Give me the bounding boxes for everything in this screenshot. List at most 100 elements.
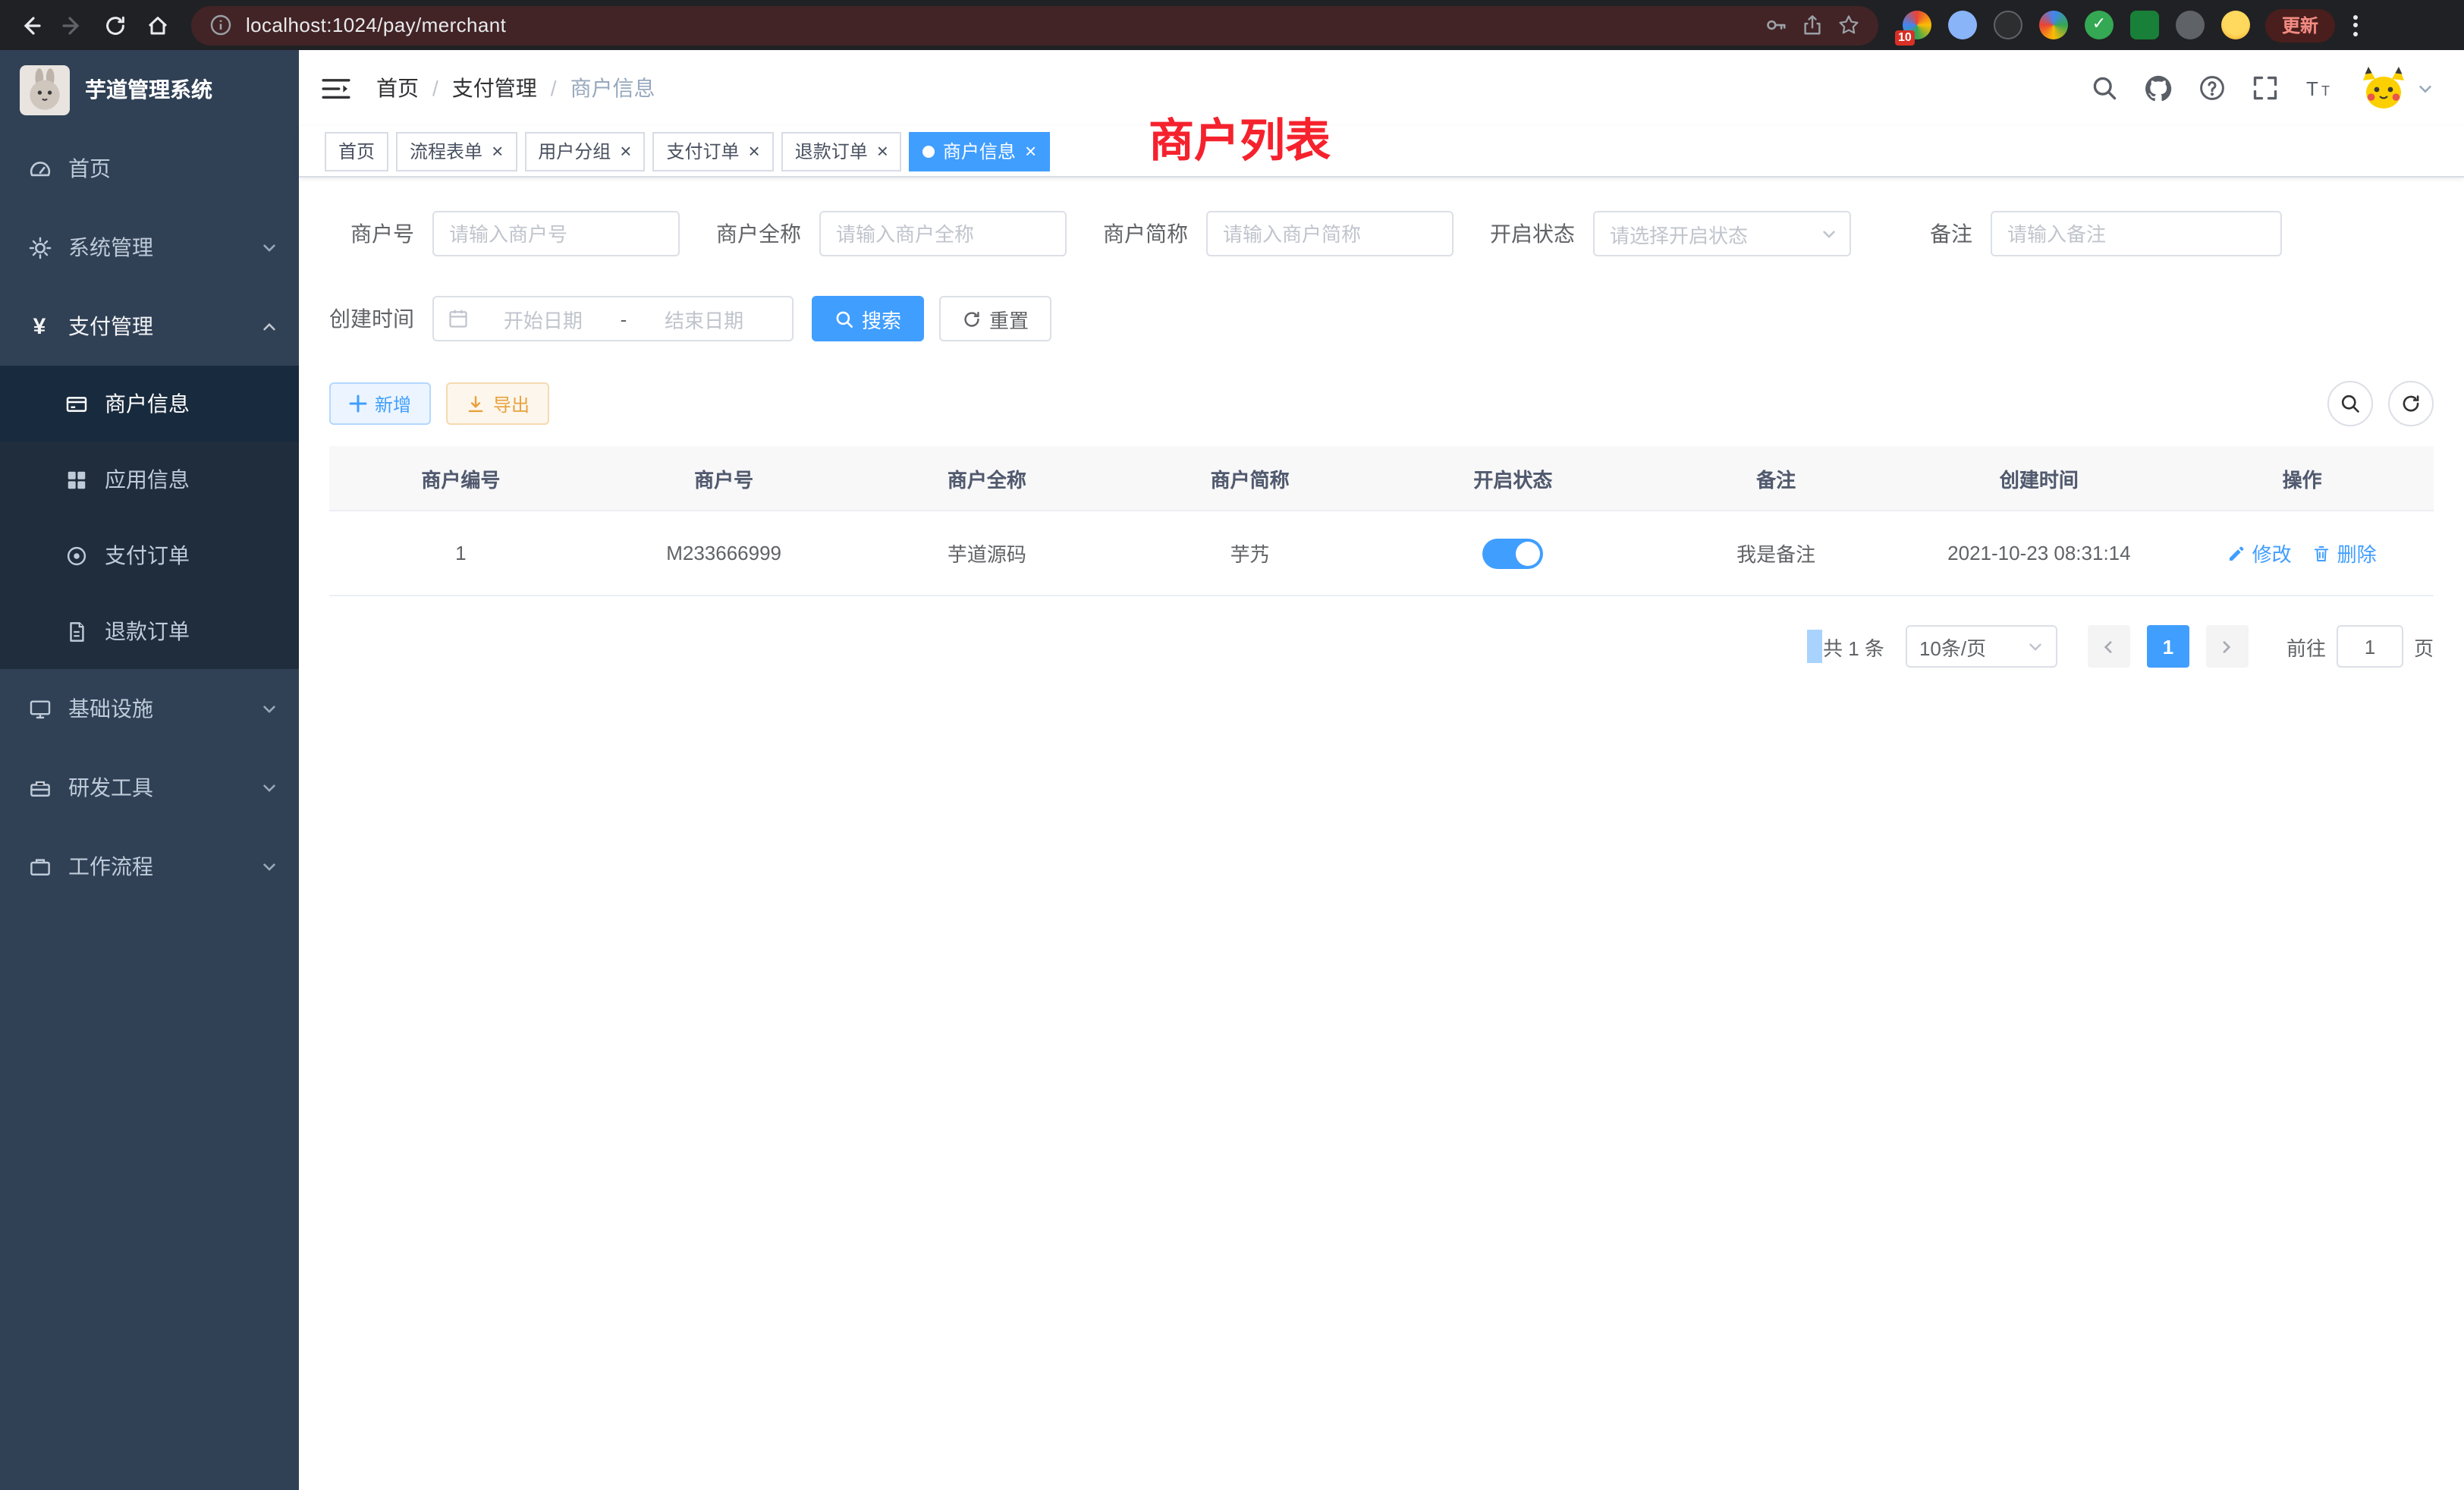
cell-merchant-no: M233666999 bbox=[592, 511, 856, 595]
extension-icon-1[interactable]: 10 bbox=[1903, 11, 1931, 39]
goto-page: 前往 页 bbox=[2286, 625, 2434, 668]
refresh-table-button[interactable] bbox=[2388, 381, 2434, 426]
end-date-placeholder: 结束日期 bbox=[630, 304, 778, 333]
breadcrumb-payment[interactable]: 支付管理 bbox=[452, 73, 537, 103]
refresh-icon bbox=[962, 309, 982, 328]
search-icon bbox=[834, 309, 854, 328]
search-icon bbox=[2340, 393, 2361, 414]
fullscreen-icon[interactable] bbox=[2252, 74, 2279, 102]
browser-home-icon[interactable] bbox=[137, 4, 179, 46]
extension-icon-4[interactable] bbox=[2039, 11, 2068, 39]
extension-icon-3[interactable] bbox=[1994, 11, 2022, 39]
next-page-button[interactable] bbox=[2206, 625, 2249, 668]
page-size-select[interactable]: 10条/页 bbox=[1906, 625, 2057, 668]
breadcrumb-home[interactable]: 首页 bbox=[376, 73, 419, 103]
filter-row-2: 创建时间 开始日期 - 结束日期 搜索 bbox=[329, 296, 2434, 341]
tab-payment-order[interactable]: 支付订单 × bbox=[652, 131, 773, 171]
hamburger-icon[interactable] bbox=[322, 77, 350, 99]
github-icon[interactable] bbox=[2144, 74, 2173, 102]
filter-merchant-short: 商户简称 bbox=[1103, 211, 1454, 256]
search-button[interactable]: 搜索 bbox=[812, 296, 924, 341]
tab-home[interactable]: 首页 bbox=[325, 131, 388, 171]
column-header: 商户全称 bbox=[856, 446, 1119, 510]
page-1-button[interactable]: 1 bbox=[2147, 625, 2189, 668]
show-search-button[interactable] bbox=[2327, 381, 2373, 426]
close-icon[interactable]: × bbox=[492, 141, 503, 161]
caret-down-icon bbox=[1821, 225, 1837, 242]
merchant-short-input[interactable] bbox=[1206, 211, 1454, 256]
share-icon[interactable] bbox=[1801, 14, 1824, 36]
export-button[interactable]: 导出 bbox=[446, 382, 549, 425]
sidebar-item-refund-order[interactable]: 退款订单 bbox=[0, 593, 299, 669]
browser-back-icon[interactable] bbox=[9, 4, 52, 46]
browser-forward-icon[interactable] bbox=[52, 4, 94, 46]
close-icon[interactable]: × bbox=[620, 141, 631, 161]
edit-icon bbox=[2228, 544, 2246, 562]
close-icon[interactable]: × bbox=[877, 141, 888, 161]
status-toggle[interactable] bbox=[1482, 538, 1543, 568]
breadcrumb-current: 商户信息 bbox=[570, 73, 655, 103]
date-separator: - bbox=[618, 307, 630, 330]
add-button[interactable]: 新增 bbox=[329, 382, 431, 425]
close-icon[interactable]: × bbox=[749, 141, 760, 161]
user-menu[interactable] bbox=[2361, 65, 2434, 111]
help-icon[interactable] bbox=[2198, 74, 2226, 102]
toolbar-right bbox=[2327, 381, 2434, 426]
delete-link[interactable]: 删除 bbox=[2313, 539, 2377, 567]
sidebar-item-dev-tools[interactable]: 研发工具 bbox=[0, 748, 299, 827]
browser-profile-icon[interactable] bbox=[2221, 11, 2250, 39]
address-bar[interactable]: localhost:1024/pay/merchant bbox=[191, 5, 1878, 45]
extension-icon-7[interactable] bbox=[2176, 11, 2205, 39]
sidebar-item-home[interactable]: 首页 bbox=[0, 129, 299, 208]
sidebar-item-merchant-info[interactable]: 商户信息 bbox=[0, 366, 299, 442]
chevron-right-icon bbox=[2219, 638, 2236, 655]
date-range-picker[interactable]: 开始日期 - 结束日期 bbox=[432, 296, 794, 341]
prev-page-button[interactable] bbox=[2088, 625, 2130, 668]
cell-short-name: 芋艿 bbox=[1118, 511, 1381, 595]
browser-refresh-icon[interactable] bbox=[94, 4, 137, 46]
remark-input[interactable] bbox=[1991, 211, 2282, 256]
cell-status bbox=[1381, 511, 1645, 595]
bookmark-star-icon[interactable] bbox=[1837, 14, 1860, 36]
search-icon[interactable] bbox=[2091, 74, 2118, 102]
page-content: 商户号 商户全称 商户简称 开启状态 请选择开启状态 bbox=[299, 178, 2464, 1490]
caret-down-icon bbox=[2027, 638, 2044, 655]
sidebar-item-system[interactable]: 系统管理 bbox=[0, 208, 299, 287]
sidebar-item-payment-order[interactable]: 支付订单 bbox=[0, 517, 299, 593]
browser-extensions: 10 ✓ bbox=[1903, 11, 2250, 39]
password-key-icon[interactable] bbox=[1765, 14, 1787, 36]
start-date-placeholder: 开始日期 bbox=[469, 304, 618, 333]
calendar-icon bbox=[448, 308, 469, 329]
edit-link[interactable]: 修改 bbox=[2228, 539, 2292, 567]
goto-page-input[interactable] bbox=[2337, 625, 2403, 668]
payment-submenu: 商户信息 应用信息 支付订单 bbox=[0, 366, 299, 669]
navbar-actions: TT bbox=[2091, 65, 2434, 111]
close-icon[interactable]: × bbox=[1025, 141, 1036, 161]
column-header: 备注 bbox=[1645, 446, 1908, 510]
reset-button[interactable]: 重置 bbox=[939, 296, 1051, 341]
tab-user-group[interactable]: 用户分组 × bbox=[524, 131, 645, 171]
sidebar-item-payment[interactable]: ¥ 支付管理 bbox=[0, 287, 299, 366]
extension-icon-2[interactable] bbox=[1948, 11, 1977, 39]
tab-process-form[interactable]: 流程表单 × bbox=[396, 131, 517, 171]
screen: localhost:1024/pay/merchant 10 ✓ 更新 bbox=[0, 0, 2464, 1490]
merchant-no-input[interactable] bbox=[432, 211, 680, 256]
merchant-name-input[interactable] bbox=[819, 211, 1067, 256]
browser-menu-icon[interactable] bbox=[2344, 14, 2367, 36]
table-row: 1 M233666999 芋道源码 芋艿 我是备注 2021-10-23 08:… bbox=[329, 511, 2434, 596]
main-area: 首页 / 支付管理 / 商户信息 bbox=[299, 50, 2464, 1490]
tab-merchant-info[interactable]: 商户信息 × bbox=[910, 131, 1050, 171]
app-logo[interactable]: 芋道管理系统 bbox=[0, 50, 299, 129]
tab-refund-order[interactable]: 退款订单 × bbox=[781, 131, 902, 171]
grid-icon bbox=[64, 468, 88, 491]
sidebar-item-infrastructure[interactable]: 基础设施 bbox=[0, 669, 299, 748]
sidebar-item-workflow[interactable]: 工作流程 bbox=[0, 827, 299, 906]
browser-update-button[interactable]: 更新 bbox=[2265, 8, 2335, 42]
extension-icon-6[interactable] bbox=[2130, 11, 2159, 39]
font-size-icon[interactable]: TT bbox=[2305, 74, 2335, 102]
status-select[interactable]: 请选择开启状态 bbox=[1593, 211, 1851, 256]
extension-icon-5[interactable]: ✓ bbox=[2085, 11, 2114, 39]
chevron-up-icon bbox=[261, 318, 278, 335]
sidebar-item-app-info[interactable]: 应用信息 bbox=[0, 442, 299, 517]
site-info-icon[interactable] bbox=[209, 14, 232, 36]
